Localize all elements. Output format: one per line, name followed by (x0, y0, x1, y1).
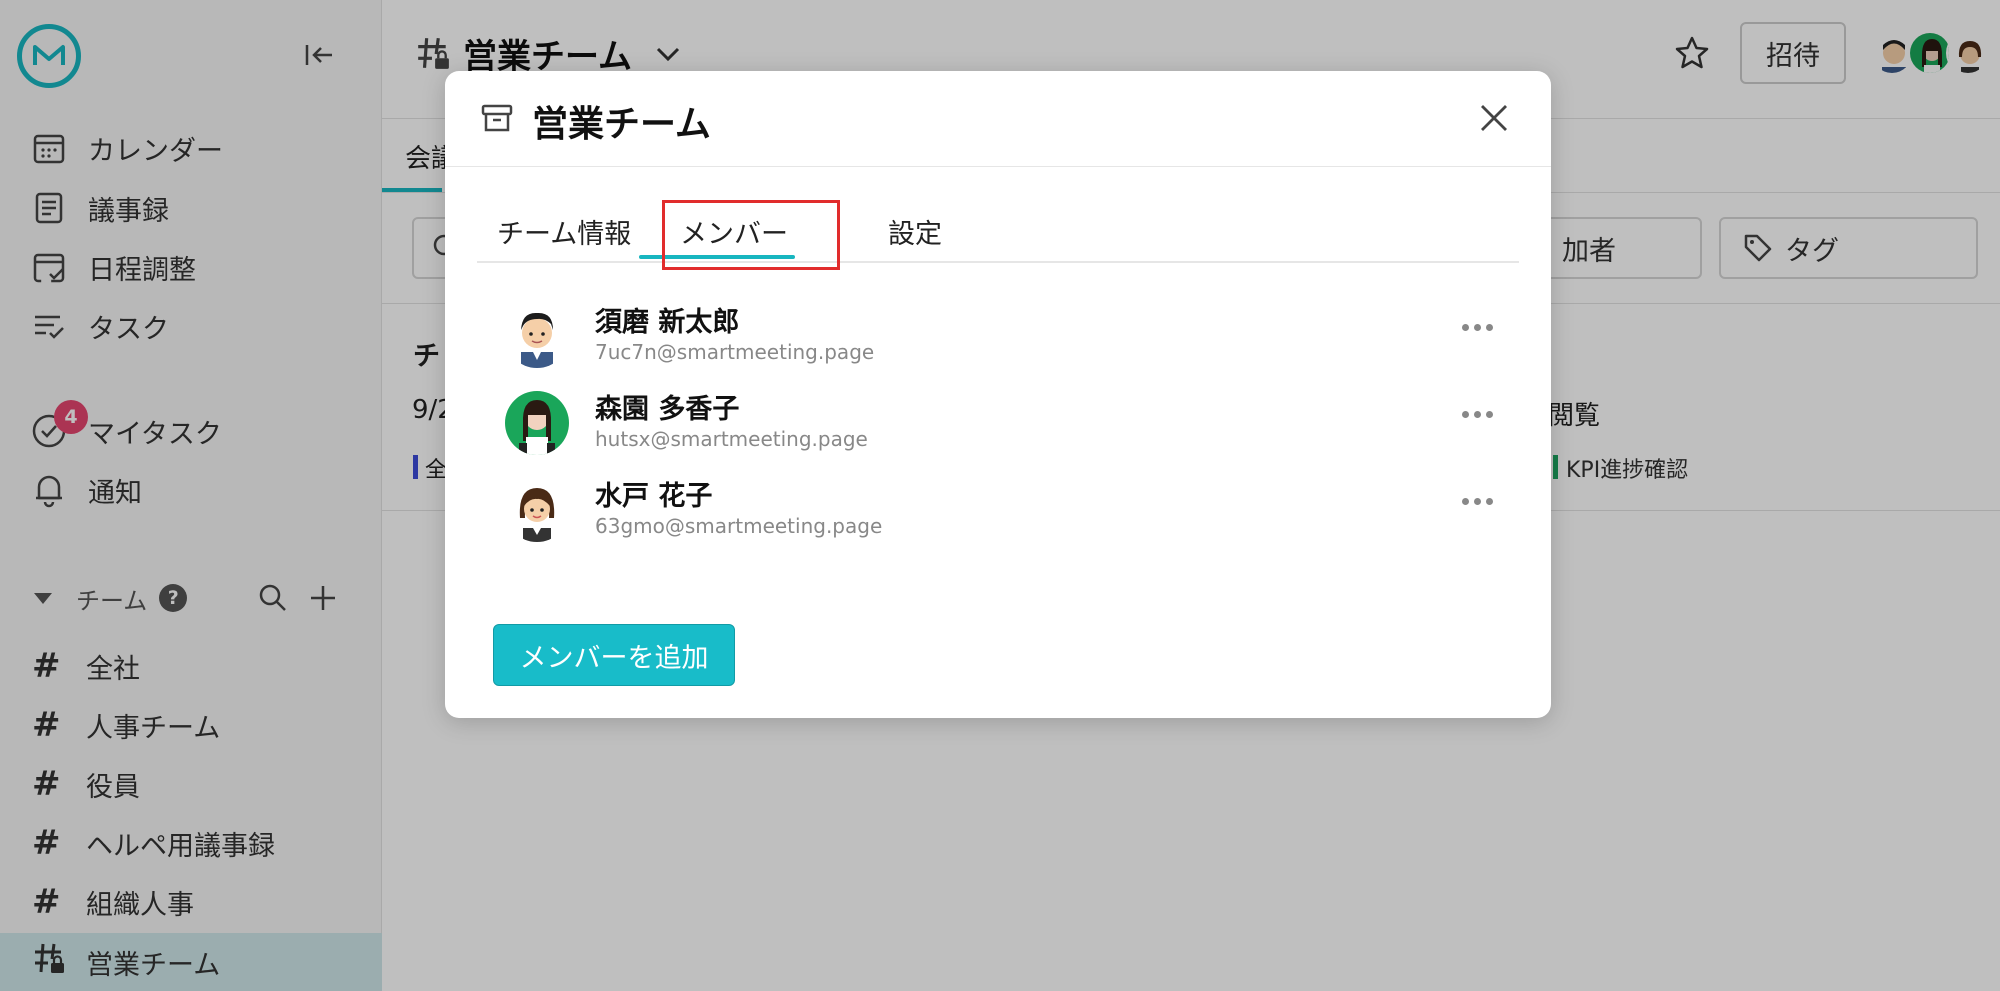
member-row[interactable]: 森園 多香子 hutsx@smartmeeting.page (505, 383, 1505, 463)
member-row[interactable]: 須磨 新太郎 7uc7n@smartmeeting.page (505, 296, 1505, 376)
more-options-icon[interactable] (1462, 324, 1493, 331)
tab-team-info[interactable]: チーム情報 (497, 199, 631, 263)
avatar (505, 391, 569, 455)
close-icon (1481, 105, 1507, 131)
member-name: 水戸 花子 (595, 481, 713, 512)
archive-icon (480, 101, 514, 139)
highlight-box (662, 200, 840, 270)
member-row[interactable]: 水戸 花子 63gmo@smartmeeting.page (505, 470, 1505, 550)
member-email: 7uc7n@smartmeeting.page (595, 340, 875, 364)
add-member-button[interactable]: メンバーを追加 (493, 624, 735, 686)
modal-tabs: チーム情報 メンバー 設定 (477, 199, 1519, 263)
member-email: hutsx@smartmeeting.page (595, 427, 868, 451)
more-options-icon[interactable] (1462, 411, 1493, 418)
avatar (505, 478, 569, 542)
member-name: 森園 多香子 (595, 394, 740, 425)
more-options-icon[interactable] (1462, 498, 1493, 505)
member-name: 須磨 新太郎 (595, 307, 740, 338)
tab-settings[interactable]: 設定 (888, 199, 942, 263)
modal-header: 営業チーム (445, 71, 1551, 167)
avatar (505, 304, 569, 368)
modal-title: 営業チーム (532, 104, 711, 145)
close-button[interactable] (1475, 99, 1513, 137)
team-modal: 営業チーム チーム情報 メンバー 設定 須磨 新太郎 7uc7n@smartme… (445, 71, 1551, 718)
member-email: 63gmo@smartmeeting.page (595, 514, 883, 538)
